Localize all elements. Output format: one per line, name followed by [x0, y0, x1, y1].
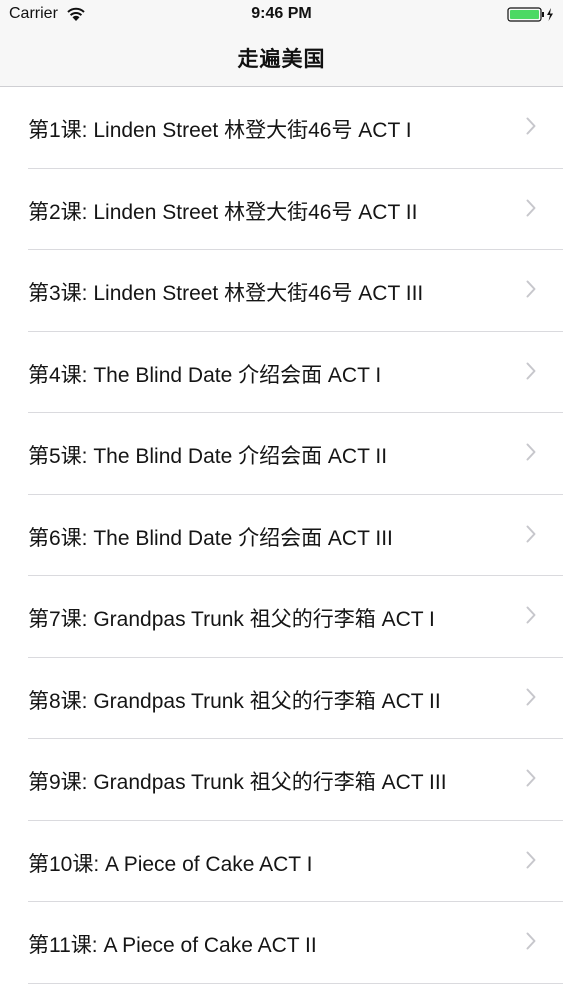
lesson-title: 第10课: A Piece of Cake ACT I	[28, 852, 313, 876]
lesson-title: 第9课: Grandpas Trunk 祖父的行李箱 ACT III	[28, 771, 447, 794]
lesson-title: 第3课: Linden Street 林登大街46号 ACT III	[28, 282, 424, 305]
chevron-right-icon	[526, 362, 536, 379]
chevron-right-icon	[526, 606, 536, 624]
list-item[interactable]: 第11课: A Piece of Cake ACT II	[0, 902, 563, 984]
lesson-title: 第2课: Linden Street 林登大街46号 ACT II	[28, 200, 418, 224]
lesson-title: 第1课: Linden Street 林登大街46号 ACT I	[28, 119, 412, 142]
list-item[interactable]: 第6课: The Blind Date 介绍会面 ACT III	[0, 495, 563, 577]
chevron-right-icon	[526, 199, 536, 216]
status-time: 9:46 PM	[251, 5, 312, 22]
lesson-title: 第7课: Grandpas Trunk 祖父的行李箱 ACT I	[28, 608, 435, 631]
chevron-right-icon	[526, 525, 536, 542]
status-bar: Carrier 9:46 PM	[0, 0, 563, 30]
chevron-right-icon	[526, 769, 536, 787]
list-item[interactable]: 第10课: A Piece of Cake ACT I	[0, 821, 563, 903]
chevron-right-icon	[526, 443, 536, 461]
chevron-right-icon	[526, 117, 536, 135]
list-item[interactable]: 第3课: Linden Street 林登大街46号 ACT III	[0, 250, 563, 332]
chevron-right-icon	[526, 932, 536, 950]
lesson-title: 第8课: Grandpas Trunk 祖父的行李箱 ACT II	[28, 689, 441, 713]
list-item[interactable]: 第1课: Linden Street 林登大街46号 ACT I	[0, 87, 563, 169]
list-item[interactable]: 第7课: Grandpas Trunk 祖父的行李箱 ACT I	[0, 576, 563, 658]
lesson-list[interactable]: 第1课: Linden Street 林登大街46号 ACT I 第2课: Lin…	[0, 87, 563, 1000]
list-item[interactable]: 第5课: The Blind Date 介绍会面 ACT II	[0, 413, 563, 495]
lesson-title: 第5课: The Blind Date 介绍会面 ACT II	[28, 445, 388, 468]
list-item[interactable]: 第2课: Linden Street 林登大街46号 ACT II	[0, 169, 563, 251]
list-item[interactable]: 第4课: The Blind Date 介绍会面 ACT I	[0, 332, 563, 414]
navigation-bar: 走遍美国	[0, 30, 563, 87]
list-item[interactable]: 第9课: Grandpas Trunk 祖父的行李箱 ACT III	[0, 739, 563, 821]
chevron-right-icon	[526, 688, 536, 705]
chevron-right-icon	[526, 280, 536, 298]
list-item[interactable]: 第8课: Grandpas Trunk 祖父的行李箱 ACT II	[0, 658, 563, 740]
lesson-title: 第4课: The Blind Date 介绍会面 ACT I	[28, 363, 382, 387]
battery-charging-icon	[507, 7, 553, 22]
lesson-title: 第6课: The Blind Date 介绍会面 ACT III	[28, 526, 393, 550]
page-title: 走遍美国	[237, 48, 326, 71]
lesson-title: 第11课: A Piece of Cake ACT II	[28, 934, 317, 957]
chevron-right-icon	[526, 851, 536, 868]
